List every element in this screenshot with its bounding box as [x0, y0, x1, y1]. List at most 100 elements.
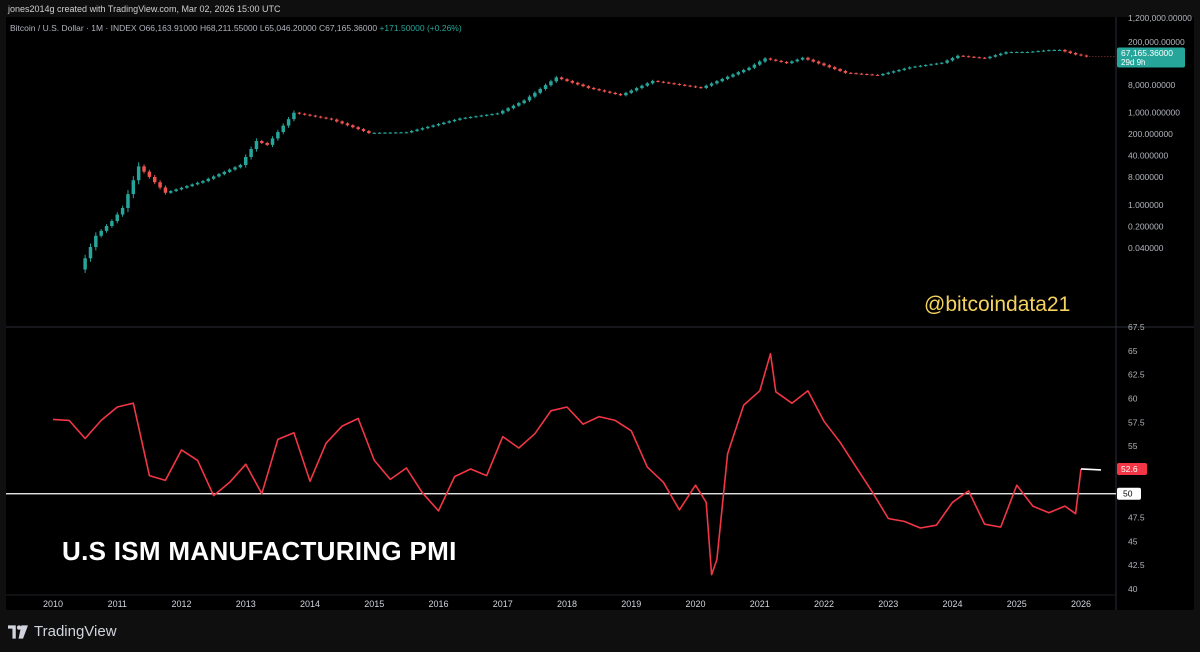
btc-candle-body — [618, 94, 623, 96]
btc-candle-body — [115, 214, 119, 222]
btc-candle-body — [522, 100, 526, 104]
legend-high: H68,211.55000 — [199, 23, 258, 33]
btc-candle-body — [324, 117, 328, 119]
btc-candle-body — [297, 112, 302, 114]
btc-candle-body — [120, 207, 125, 215]
btc-candle-body — [538, 88, 542, 93]
btc-candle-body — [693, 86, 698, 88]
btc-candle-body — [586, 86, 591, 88]
btc-candle-body — [404, 132, 409, 134]
time-axis-tick: 2014 — [300, 599, 320, 609]
btc-candle-body — [1079, 54, 1083, 56]
btc-candle-body — [511, 105, 516, 109]
btc-candle-body — [597, 89, 601, 91]
btc-candle-body — [377, 132, 382, 134]
btc-candle-body — [313, 115, 318, 117]
pmi-reference-badge-value: 50 — [1123, 489, 1133, 499]
btc-candle-body — [431, 125, 435, 127]
btc-candle-body — [367, 131, 371, 133]
btc-candle-body — [683, 84, 687, 86]
pmi-last-badge-value: 52.6 — [1121, 464, 1138, 474]
btc-candle-body — [747, 67, 751, 70]
btc-axis-tick: 200,000.00000 — [1128, 37, 1185, 47]
pmi-axis-tick: 55 — [1128, 441, 1138, 451]
btc-candle-body — [1057, 49, 1062, 51]
btc-candle-body — [827, 65, 832, 68]
btc-candle-body — [816, 61, 821, 64]
btc-candle-body — [699, 87, 703, 89]
btc-candle-body — [393, 132, 398, 134]
btc-candle-body — [495, 113, 500, 115]
btc-candle-body — [1047, 50, 1051, 52]
btc-candle-body — [672, 83, 676, 85]
btc-candle-body — [83, 258, 87, 270]
btc-candle-body — [650, 80, 655, 84]
btc-candle-body — [1009, 52, 1014, 54]
btc-candle-body — [99, 230, 103, 236]
btc-candle-body — [126, 194, 130, 208]
btc-candle-body — [201, 181, 205, 183]
pmi-axis-tick: 42.5 — [1128, 560, 1145, 570]
btc-candle-body — [581, 84, 585, 87]
btc-candle-body — [570, 80, 575, 83]
btc-candle-body — [752, 64, 757, 68]
btc-candle-body — [270, 138, 275, 145]
time-axis-tick: 2016 — [428, 599, 448, 609]
btc-axis-tick: 8,000.00000 — [1128, 80, 1176, 90]
tradingview-brand-label: TradingView — [34, 623, 117, 640]
btc-candle-body — [131, 180, 136, 195]
pmi-axis-tick: 62.5 — [1128, 370, 1145, 380]
btc-candle-body — [222, 171, 227, 175]
btc-candle-body — [254, 141, 259, 150]
time-axis-tick: 2018 — [557, 599, 577, 609]
btc-candle-body — [351, 125, 355, 128]
btc-candle-body — [966, 56, 971, 58]
pmi-axis-tick: 57.5 — [1128, 417, 1145, 427]
pmi-axis-tick: 65 — [1128, 346, 1138, 356]
btc-candle-body — [88, 247, 93, 259]
btc-candle-body — [784, 61, 789, 64]
btc-candle-body — [929, 64, 933, 66]
btc-candle-body — [174, 189, 178, 192]
btc-candle-body — [463, 117, 468, 119]
time-axis-tick: 2020 — [685, 599, 705, 609]
btc-candle-body — [843, 70, 848, 73]
btc-candle-body — [1020, 52, 1024, 54]
btc-candle-body — [442, 122, 446, 125]
btc-candle-body — [774, 59, 778, 61]
btc-candle-body — [640, 85, 644, 89]
btc-candle-body — [720, 78, 725, 82]
pmi-axis-tick: 40 — [1128, 584, 1138, 594]
btc-candle-body — [945, 60, 949, 63]
btc-candle-body — [1004, 52, 1008, 54]
btc-candle-body — [709, 83, 714, 86]
btc-candle-body — [409, 130, 414, 133]
btc-candle-body — [602, 90, 607, 92]
btc-candle-body — [474, 116, 478, 118]
pmi-axis-tick: 47.5 — [1128, 513, 1145, 523]
btc-candle-body — [211, 176, 216, 179]
btc-candle-body — [265, 142, 269, 145]
btc-candle-body — [688, 85, 692, 87]
btc-price-badge-value: 67,165.36000 — [1121, 48, 1173, 58]
btc-candle-body — [1015, 52, 1019, 54]
btc-candle-body — [163, 187, 168, 193]
legend-symbol: Bitcoin / U.S. Dollar · 1M · INDEX — [10, 23, 137, 33]
btc-candle-body — [152, 176, 157, 183]
btc-candle-body — [356, 127, 360, 130]
btc-candle-body — [731, 74, 735, 77]
btc-candle-body — [715, 81, 719, 84]
btc-candle-body — [244, 156, 248, 165]
btc-candle-body — [372, 132, 376, 134]
btc-candle-body — [292, 112, 296, 120]
btc-candle-body — [1041, 50, 1046, 52]
btc-candle-body — [666, 82, 671, 84]
btc-axis-tick: 8.000000 — [1128, 172, 1164, 182]
btc-candle-body — [527, 96, 532, 101]
btc-candle-body — [533, 92, 537, 97]
tradingview-brand[interactable]: TradingView — [8, 623, 117, 640]
btc-candle-body — [1025, 52, 1030, 54]
btc-candle-body — [517, 103, 521, 106]
time-axis-tick: 2015 — [364, 599, 384, 609]
time-axis-tick: 2025 — [1007, 599, 1027, 609]
